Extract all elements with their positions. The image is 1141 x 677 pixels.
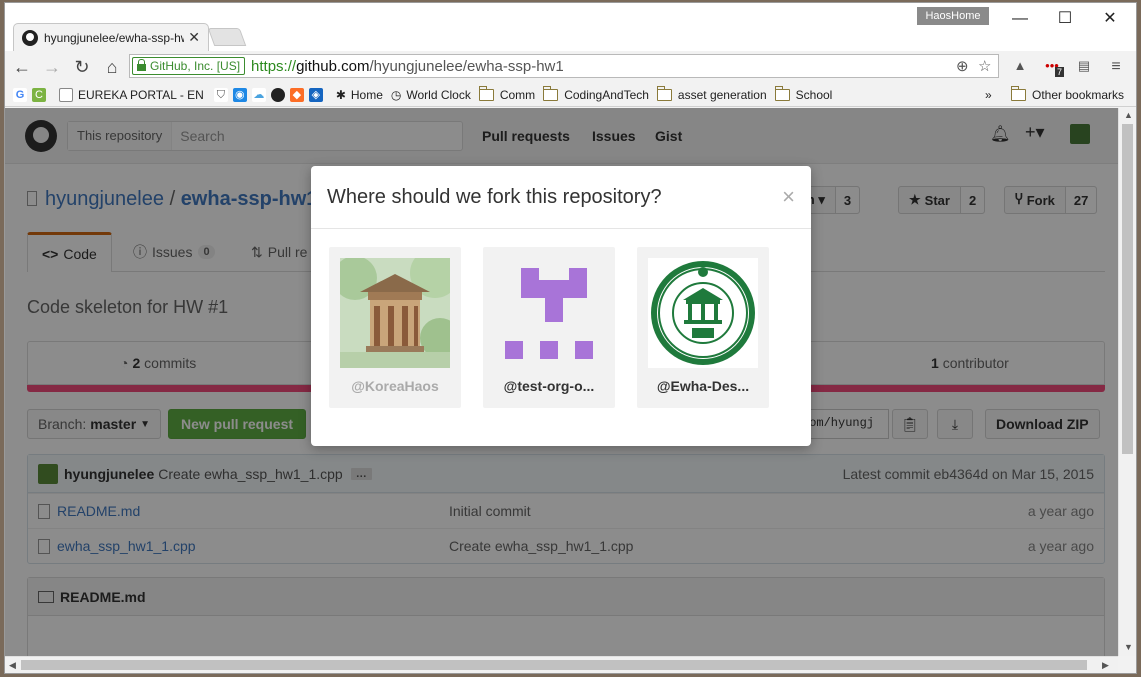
bookmark-home[interactable]: ✱ Home: [336, 88, 383, 102]
github-icon[interactable]: [270, 87, 285, 102]
fork-target-label: @test-org-o...: [503, 378, 595, 394]
page-icon: [59, 87, 73, 102]
folder-icon: [478, 85, 494, 101]
extension-css-icon[interactable]: ▤: [1075, 58, 1093, 76]
close-window-icon[interactable]: ✕: [1095, 9, 1125, 29]
identicon-avatar: [494, 258, 604, 368]
folder-icon: [656, 85, 672, 101]
google-icon[interactable]: G: [13, 87, 27, 102]
cloud-icon[interactable]: ☁: [251, 87, 266, 102]
folder-icon: [1011, 85, 1026, 101]
url-path: /hyungjunelee/ewha-ssp-hw1: [369, 57, 564, 75]
other-bookmarks[interactable]: Other bookmarks: [1011, 85, 1125, 102]
fork-target-test-org[interactable]: @test-org-o...: [483, 247, 615, 408]
bookmark-label: World Clock: [406, 87, 471, 102]
forward-icon[interactable]: →: [39, 54, 65, 80]
scroll-down-icon[interactable]: ▼: [1124, 642, 1133, 652]
fork-target-label: @KoreaHaos: [351, 378, 439, 394]
shield-icon[interactable]: ⛉: [213, 87, 228, 102]
folder-icon: [543, 85, 559, 101]
reload-icon[interactable]: ↻: [69, 54, 95, 80]
bookmark-comm[interactable]: Comm: [478, 85, 536, 102]
bookmark-asset-generation[interactable]: asset generation: [656, 85, 767, 102]
extension-badge: 7: [1055, 67, 1065, 77]
browser-window: hyungjunelee/ewha-ssp-hw1 ✕ HaosHome — ☐…: [4, 2, 1137, 674]
badge-icon[interactable]: ◈: [308, 87, 323, 102]
other-bookmarks-label: Other bookmarks: [1032, 87, 1125, 102]
home-icon[interactable]: ⌂: [99, 54, 125, 80]
asterisk-icon: ✱: [335, 87, 346, 102]
horizontal-scroll-thumb[interactable]: [21, 660, 1087, 670]
fork-target-ewha[interactable]: @Ewha-Des...: [637, 247, 769, 408]
fork-dialog: Where should we fork this repository? ×: [311, 166, 811, 446]
bookmark-eureka[interactable]: EUREKA PORTAL - EN: [59, 87, 204, 102]
bookmark-label: asset generation: [677, 87, 767, 102]
fork-target-koreahaos: @KoreaHaos: [329, 247, 461, 408]
fork-dialog-title: Where should we fork this repository?: [327, 186, 662, 208]
minimize-icon[interactable]: —: [1005, 9, 1035, 29]
url-text[interactable]: https://github.com/hyungjunelee/ewha-ssp…: [251, 58, 564, 75]
bookmark-star-icon[interactable]: ☆: [978, 57, 991, 75]
tab-title: hyungjunelee/ewha-ssp-hw1: [44, 30, 185, 45]
bookmarks-bar: G C EUREKA PORTAL - EN ⛉ ◉ ☁ ◆ ◈ ✱ Home ◷…: [5, 83, 1136, 107]
url-host: github.com: [296, 57, 370, 75]
bookmark-school[interactable]: School: [774, 85, 833, 102]
divider: [311, 228, 811, 229]
bookmark-label: CodingAndTech: [564, 87, 649, 102]
gitlab-icon[interactable]: ◆: [289, 87, 304, 102]
bookmark-label: Comm: [499, 87, 536, 102]
scroll-left-icon[interactable]: ◀: [9, 660, 16, 671]
scroll-up-icon[interactable]: ▲: [1124, 110, 1133, 120]
menu-icon[interactable]: ≡: [1107, 58, 1125, 76]
zoom-icon[interactable]: ⊕: [956, 57, 969, 75]
ewha-seal-avatar: [648, 258, 758, 368]
browser-toolbar: ← → ↻ ⌂ GitHub, Inc. [US] https://github…: [5, 51, 1136, 83]
bookmark-label: School: [795, 87, 833, 102]
url-scheme: https://: [251, 57, 297, 75]
tab-close-icon[interactable]: ✕: [188, 29, 200, 46]
cloud9-icon[interactable]: C: [32, 87, 46, 102]
pavilion-image: [340, 258, 450, 368]
photo-icon[interactable]: ◉: [232, 87, 247, 102]
extension-hat-icon[interactable]: ▲: [1011, 58, 1029, 76]
bookmark-label: Home: [350, 87, 383, 102]
maximize-icon[interactable]: ☐: [1050, 9, 1080, 29]
bookmark-codingandtech[interactable]: CodingAndTech: [543, 85, 649, 102]
new-tab-button[interactable]: [207, 28, 247, 46]
folder-icon: [774, 85, 790, 101]
ev-label: GitHub, Inc. [US]: [150, 59, 241, 73]
fork-target-label: @Ewha-Des...: [656, 378, 750, 394]
clock-icon: ◷: [390, 87, 402, 102]
bookmark-world-clock[interactable]: ◷ World Clock: [391, 88, 471, 102]
lock-icon: [137, 58, 146, 71]
github-favicon-icon: [22, 29, 38, 46]
address-bar[interactable]: GitHub, Inc. [US] https://github.com/hyu…: [129, 54, 999, 78]
horizontal-scrollbar[interactable]: ◀ ▶: [5, 656, 1118, 673]
scroll-right-icon[interactable]: ▶: [1102, 660, 1109, 671]
title-bar: hyungjunelee/ewha-ssp-hw1 ✕ HaosHome — ☐…: [5, 3, 1136, 51]
identicon-image: [505, 268, 593, 359]
ev-certificate-badge[interactable]: GitHub, Inc. [US]: [132, 57, 246, 75]
ewha-seal-icon: [648, 258, 758, 368]
pavilion-avatar: [340, 258, 450, 368]
vertical-scroll-thumb[interactable]: [1122, 124, 1133, 454]
bookmarks-overflow-icon[interactable]: »: [985, 88, 992, 102]
bookmark-label: EUREKA PORTAL - EN: [78, 87, 204, 102]
back-icon[interactable]: ←: [9, 54, 35, 80]
profile-badge[interactable]: HaosHome: [917, 7, 989, 25]
vertical-scrollbar[interactable]: ▲ ▼: [1118, 108, 1136, 656]
browser-tab[interactable]: hyungjunelee/ewha-ssp-hw1 ✕: [13, 23, 209, 51]
close-icon[interactable]: ×: [782, 184, 795, 210]
